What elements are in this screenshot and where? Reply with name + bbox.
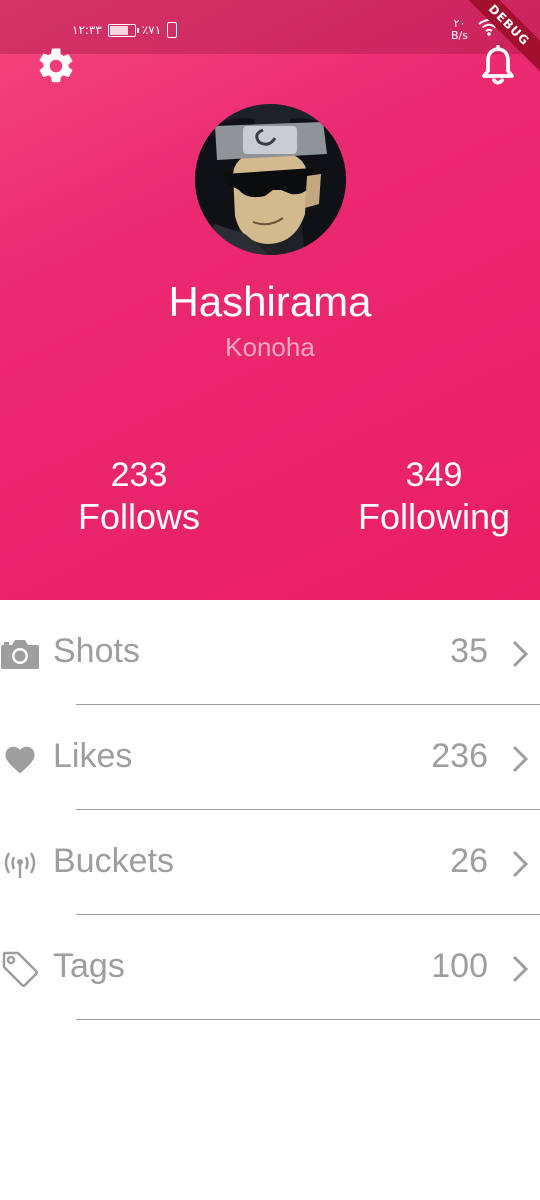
antenna-icon (0, 844, 40, 884)
status-bar: ١٢:٣٣ ٪٧١ ٢٠ B/s DEBUG (0, 0, 540, 79)
avatar[interactable] (195, 104, 346, 255)
heart-icon (0, 739, 40, 779)
chevron-right-icon (512, 640, 529, 668)
menu-label-likes: Likes (53, 737, 133, 775)
net-speed: ٢٠ B/s (451, 18, 468, 42)
following-label: Following (357, 496, 511, 537)
menu-item-likes[interactable]: Likes 236 (0, 705, 540, 810)
menu-count-tags: 100 (431, 947, 488, 985)
camera-icon (0, 634, 40, 674)
battery-percent: ٪٧١ (141, 23, 162, 37)
status-time: ١٢:٣٣ (72, 23, 102, 37)
profile-menu: Shots 35 Likes 236 Buckets 26 Tags 100 (0, 600, 540, 1020)
menu-item-shots[interactable]: Shots 35 (0, 600, 540, 705)
menu-count-buckets: 26 (450, 842, 488, 880)
notifications-button[interactable] (476, 44, 520, 88)
chevron-right-icon (512, 955, 529, 983)
vibrate-icon (167, 22, 178, 38)
battery-icon (107, 23, 139, 37)
profile-header: ١٢:٣٣ ٪٧١ ٢٠ B/s DEBUG Hashirama Konoha … (0, 0, 540, 600)
menu-count-shots: 35 (450, 632, 488, 670)
net-speed-unit: B/s (451, 29, 468, 42)
chevron-right-icon (512, 745, 529, 773)
gear-icon (39, 48, 73, 83)
tag-icon (0, 949, 40, 989)
bell-icon (482, 45, 514, 85)
following-stat[interactable]: 349 Following (350, 456, 518, 540)
menu-label-buckets: Buckets (53, 842, 174, 880)
menu-label-shots: Shots (53, 632, 140, 670)
follows-stat[interactable]: 233 Follows (66, 456, 212, 540)
settings-button[interactable] (34, 44, 78, 88)
follows-label: Follows (77, 496, 201, 537)
menu-label-tags: Tags (53, 947, 125, 985)
chevron-right-icon (512, 850, 529, 878)
following-count: 349 (405, 456, 463, 494)
follows-count: 233 (110, 456, 168, 494)
profile-location: Konoha (225, 332, 315, 362)
menu-count-likes: 236 (431, 737, 488, 775)
menu-item-buckets[interactable]: Buckets 26 (0, 810, 540, 915)
status-left: ١٢:٣٣ ٪٧١ (72, 22, 178, 38)
menu-item-tags[interactable]: Tags 100 (0, 915, 540, 1020)
menu-divider (76, 1018, 540, 1020)
profile-name: Hashirama (168, 278, 372, 325)
avatar-image (195, 104, 346, 255)
